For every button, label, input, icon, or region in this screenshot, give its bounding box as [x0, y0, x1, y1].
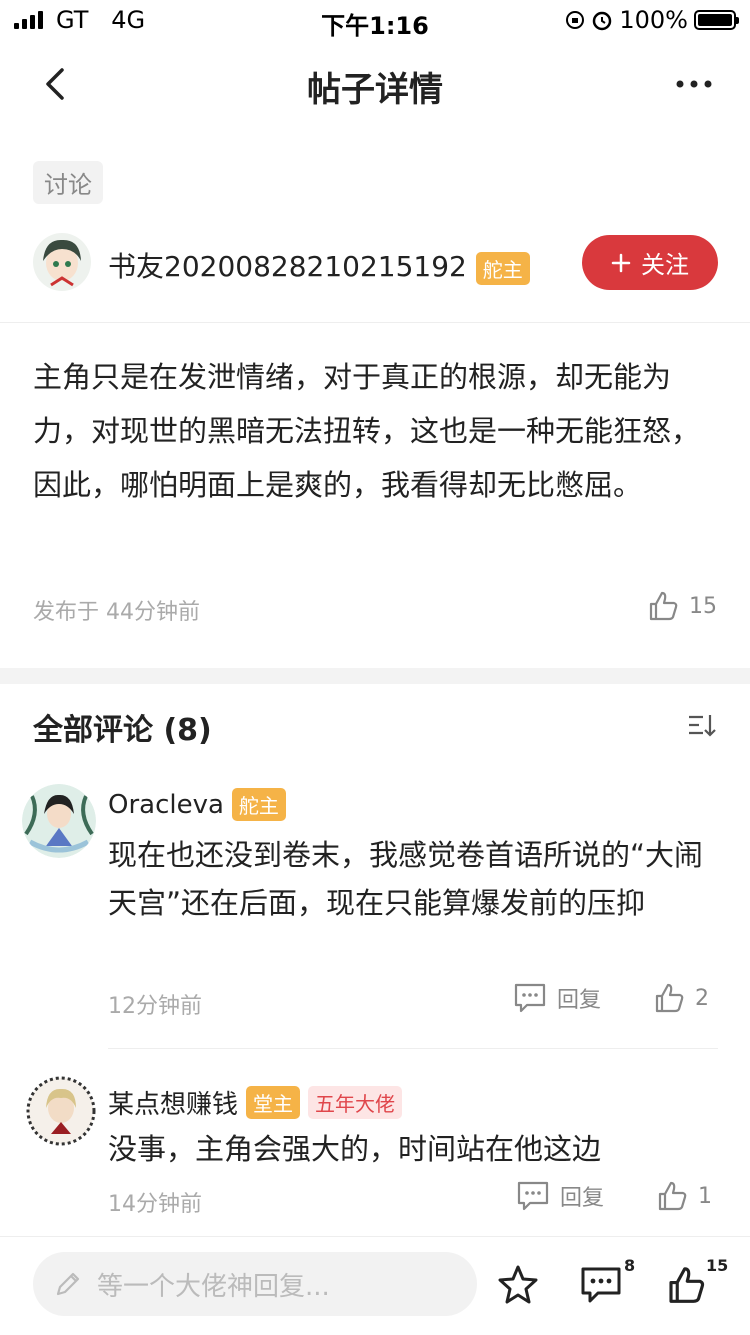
sort-icon[interactable] — [687, 711, 717, 741]
reply-button[interactable]: 回复 — [513, 982, 601, 1014]
author-name[interactable]: 书友20200828210215192 舵主 — [108, 245, 530, 285]
like-count-badge: 15 — [706, 1256, 729, 1275]
comment-text: 没事，主角会强大的，时间站在他这边 — [108, 1132, 602, 1166]
comment-actions: 回复 1 — [516, 1180, 712, 1212]
comment-rank-badge: 堂主 — [246, 1086, 301, 1119]
author-username[interactable]: 书友20200828210215192 — [108, 250, 467, 283]
follow-label: 关注 — [641, 251, 689, 279]
comment-time: 12分钟前 — [108, 994, 202, 1019]
reply-label: 回复 — [560, 1186, 605, 1211]
author-rank-badge: 舵主 — [475, 251, 530, 285]
comments-button[interactable]: 8 — [580, 1256, 640, 1312]
comments-heading: 全部评论 (8) — [33, 713, 212, 748]
page-title: 帖子详情 — [307, 70, 443, 110]
thumbs-up-icon — [658, 1181, 687, 1211]
divider — [108, 1048, 718, 1049]
battery-icon — [694, 10, 739, 30]
comment-text: 现在也还没到卷末，我感觉卷首语所说的“大闹天宫”还在后面，现在只能算爆发前的压抑 — [108, 838, 704, 920]
comment-icon — [514, 983, 546, 1013]
post-like-count: 15 — [689, 593, 717, 619]
comment-author[interactable]: Oracleva 舵主 — [108, 788, 286, 821]
thumbs-up-icon — [669, 1267, 705, 1303]
plus-icon — [611, 253, 631, 272]
post-published-time: 发布于 44分钟前 — [33, 600, 200, 625]
orientation-lock-icon — [566, 11, 585, 29]
reply-label: 回复 — [557, 988, 602, 1013]
star-icon[interactable] — [498, 1264, 538, 1304]
comment-avatar[interactable] — [22, 784, 96, 858]
comment-icon — [517, 1181, 549, 1211]
section-separator — [0, 668, 750, 684]
comment-actions: 回复 2 — [513, 982, 709, 1014]
reply-button[interactable]: 回复 — [516, 1180, 604, 1212]
comment-time: 14分钟前 — [108, 1192, 202, 1217]
comment-like-count: 2 — [695, 985, 710, 1011]
comment-like-button[interactable]: 1 — [656, 1180, 712, 1212]
divider — [0, 322, 750, 323]
comment-avatar[interactable] — [26, 1076, 96, 1146]
comment-author[interactable]: 某点想赚钱 堂主 五年大佬 — [108, 1084, 403, 1121]
comment-input-placeholder: 等一个大佬神回复... — [97, 1271, 330, 1302]
comment-count-badge: 8 — [624, 1256, 636, 1275]
thumbs-up-icon — [649, 591, 678, 621]
comment-like-count: 1 — [698, 1183, 713, 1209]
comment-author-name[interactable]: 某点想赚钱 — [108, 1084, 238, 1121]
more-icon[interactable] — [674, 70, 714, 98]
status-bar: GT 4G 下午1:16 100% — [0, 0, 750, 40]
pencil-icon — [56, 1272, 80, 1296]
comment-icon — [581, 1267, 621, 1303]
comment-like-button[interactable]: 2 — [653, 982, 709, 1014]
like-button[interactable]: 15 — [666, 1256, 730, 1312]
comment-title-badge: 五年大佬 — [308, 1086, 403, 1119]
follow-button[interactable]: 关注 — [582, 235, 718, 290]
thumbs-up-icon — [655, 983, 684, 1013]
comment-author-name[interactable]: Oracleva — [108, 790, 224, 820]
comment-input[interactable]: 等一个大佬神回复... — [33, 1252, 477, 1316]
post-like-button[interactable]: 15 — [647, 590, 717, 622]
author-avatar[interactable] — [33, 233, 91, 291]
comment-rank-badge: 舵主 — [231, 788, 286, 821]
post-tag[interactable]: 讨论 — [33, 161, 103, 204]
alarm-icon — [593, 11, 612, 31]
battery-percent: 100% — [619, 6, 688, 34]
post-content: 主角只是在发泄情绪，对于真正的根源，却无能为力，对现世的黑暗无法扭转，这也是一种… — [33, 360, 701, 502]
